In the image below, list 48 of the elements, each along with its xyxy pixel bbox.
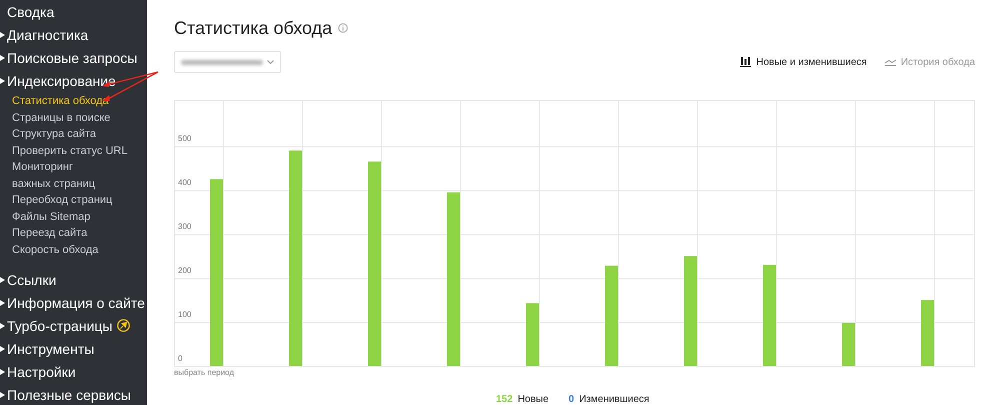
axis-label: 100 bbox=[178, 310, 192, 320]
page-title: Статистика обхода bbox=[174, 16, 332, 40]
legend-label: Изменившиеся bbox=[579, 393, 650, 405]
bar bbox=[526, 303, 539, 366]
site-dropdown[interactable] bbox=[174, 51, 281, 73]
legend-count: 0 bbox=[568, 393, 574, 405]
axis-label: 400 bbox=[178, 178, 192, 188]
axis-label: 300 bbox=[178, 222, 192, 232]
sidebar-subitem[interactable]: Страницы в поиске bbox=[12, 110, 147, 126]
triangle-icon bbox=[0, 276, 5, 282]
legend-count: 152 bbox=[496, 393, 513, 405]
sidebar-item[interactable]: Настройки bbox=[7, 364, 76, 378]
line-chart-icon bbox=[884, 58, 896, 66]
bar bbox=[842, 322, 855, 366]
triangle-icon bbox=[0, 346, 5, 352]
sidebar-item[interactable]: Поисковые запросы bbox=[7, 50, 138, 64]
chevron-down-icon bbox=[267, 60, 274, 64]
sidebar-item[interactable]: Сводка bbox=[7, 4, 54, 18]
sidebar-item[interactable]: Ссылки bbox=[7, 272, 56, 286]
sidebar-subitem[interactable]: Файлы Sitemap bbox=[12, 208, 147, 225]
triangle-icon bbox=[0, 78, 5, 84]
sidebar-item[interactable]: Турбо-страницы bbox=[7, 318, 112, 332]
triangle-icon bbox=[0, 368, 5, 374]
sidebar-item[interactable]: Информация о сайте bbox=[7, 296, 145, 310]
sidebar-item[interactable]: Полезные сервисы bbox=[7, 388, 131, 402]
sidebar-item[interactable]: Инструменты bbox=[7, 342, 94, 356]
sidebar-subitem[interactable]: Скорость обхода bbox=[12, 242, 147, 258]
sidebar-subitem[interactable]: Переезд сайта bbox=[12, 225, 147, 242]
sidebar-subitem[interactable]: Структура сайта bbox=[12, 126, 147, 142]
info-icon bbox=[338, 23, 348, 33]
triangle-icon bbox=[0, 300, 5, 306]
axis-label: 0 bbox=[178, 354, 182, 363]
sidebar-item[interactable]: Диагностика bbox=[7, 28, 88, 42]
bar-chart-icon bbox=[740, 57, 752, 67]
sidebar-subitem[interactable]: Переобход страниц bbox=[12, 192, 147, 208]
axis-label: 200 bbox=[178, 266, 192, 276]
triangle-icon bbox=[0, 54, 5, 60]
chart-tab[interactable]: Новые и изменившиеся bbox=[740, 54, 867, 70]
sidebar-subitem[interactable]: Проверить статус URL bbox=[12, 142, 147, 159]
bar bbox=[921, 300, 934, 366]
triangle-icon bbox=[0, 32, 5, 38]
sidebar-subitem[interactable]: Мониторинг важных страниц bbox=[12, 159, 147, 192]
legend-label: Новые bbox=[518, 393, 549, 405]
period-link[interactable]: выбрать период bbox=[174, 368, 234, 378]
triangle-icon bbox=[0, 322, 5, 328]
triangle-icon bbox=[0, 392, 5, 398]
axis-label: 500 bbox=[178, 134, 192, 144]
sidebar-item[interactable]: Индексирование bbox=[7, 74, 116, 88]
